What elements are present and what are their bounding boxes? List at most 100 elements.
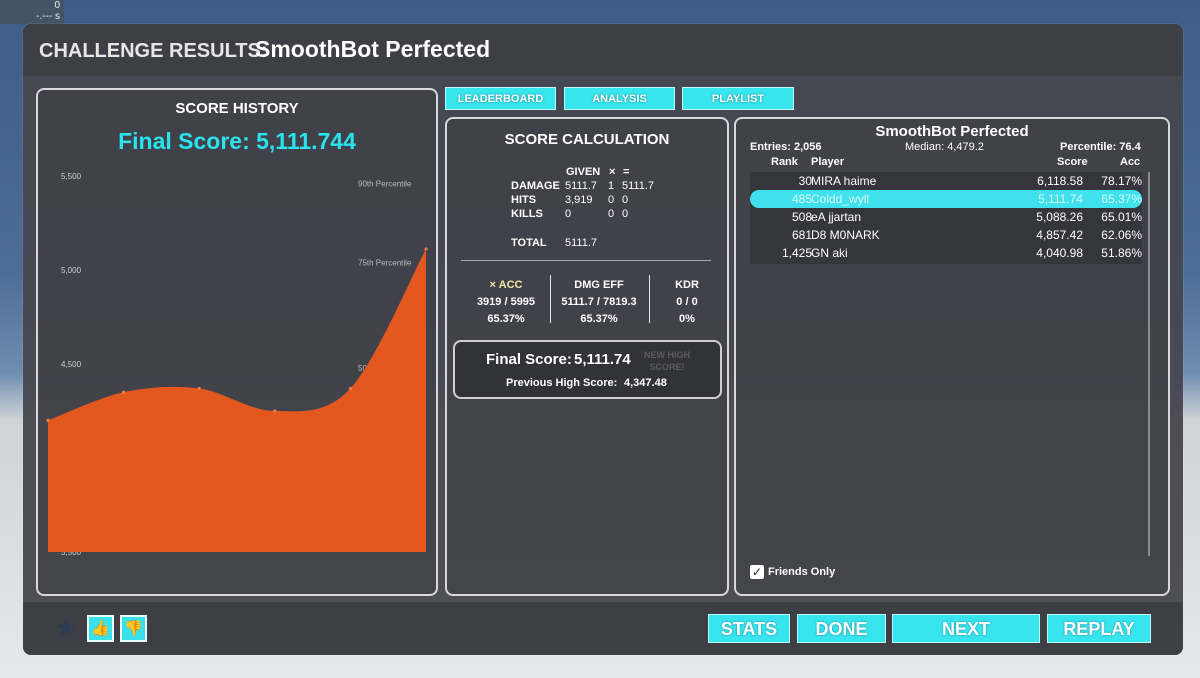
y-tick-label: 5,000 bbox=[61, 266, 82, 275]
leaderboard-median: Median: 4,479.2 bbox=[905, 141, 984, 153]
score-point bbox=[122, 390, 126, 394]
leaderboard-row[interactable]: 30 MIRA haime 6,118.58 78.17% bbox=[750, 172, 1142, 190]
calc-col-eq: = bbox=[623, 166, 630, 178]
col-acc: Acc bbox=[1120, 156, 1141, 168]
score-area bbox=[48, 248, 426, 552]
percentile-label: 90th Percentile bbox=[358, 180, 412, 189]
stat-damage-efficiency: DMG EFF 5111.7 / 7819.3 65.37% bbox=[554, 277, 644, 328]
row-score: 4,040.98 bbox=[1036, 246, 1083, 260]
calc-total-label: TOTAL bbox=[511, 237, 547, 249]
leaderboard-title: SmoothBot Perfected bbox=[875, 123, 1029, 140]
stat-dmg-eff-ratio: 5111.7 / 7819.3 bbox=[561, 296, 637, 308]
stat-dmg-eff-head: DMG EFF bbox=[574, 279, 624, 291]
leaderboard-row[interactable]: 681 D8 M0NARK 4,857.42 62.06% bbox=[750, 226, 1142, 244]
stat-kdr-ratio: 0 / 0 bbox=[676, 296, 698, 308]
leaderboard-row-current-player[interactable]: 485 Coldd_wyll 5,111.74 65.37% bbox=[750, 190, 1142, 208]
col-rank: Rank bbox=[771, 156, 798, 168]
calc-row-mult: 0 bbox=[608, 194, 615, 206]
row-score: 5,111.74 bbox=[1038, 192, 1083, 206]
calc-row-result: 0 bbox=[622, 194, 629, 206]
stat-accuracy-ratio: 3919 / 5995 bbox=[476, 296, 536, 308]
stat-accuracy: × ACC 3919 / 5995 65.37% bbox=[461, 277, 551, 328]
final-score-label: Final Score: bbox=[486, 351, 572, 368]
score-history-panel: SCORE HISTORY Final Score: 5,111.744 5,5… bbox=[36, 88, 438, 596]
col-player: Player bbox=[811, 156, 845, 168]
leaderboard-panel: SmoothBot Perfected Entries: 2,056 Media… bbox=[734, 117, 1170, 596]
leaderboard-row[interactable]: 508 eA jjartan 5,088.26 65.01% bbox=[750, 208, 1142, 226]
col-score: Score bbox=[1057, 156, 1088, 168]
next-button[interactable]: NEXT bbox=[892, 614, 1040, 643]
stats-button[interactable]: STATS bbox=[708, 614, 790, 643]
calc-row-label: HITS bbox=[511, 194, 537, 206]
calc-row-mult: 1 bbox=[608, 180, 615, 192]
stat-kdr: KDR 0 / 0 0% bbox=[642, 277, 732, 328]
leaderboard-scrollbar[interactable] bbox=[1148, 172, 1150, 556]
calc-divider bbox=[461, 260, 711, 261]
results-panel: CHALLENGE RESULTS: SmoothBot Perfected S… bbox=[23, 24, 1183, 655]
tab-analysis[interactable]: ANALYSIS bbox=[564, 87, 675, 110]
calc-table: GIVEN × = DAMAGE 5111.7 1 5111.7 HITS 3,… bbox=[447, 119, 727, 259]
row-player: Coldd_wyll bbox=[811, 192, 870, 206]
hud-corner: 0 -.--- s bbox=[0, 0, 64, 24]
friends-only-label: Friends Only bbox=[768, 566, 836, 578]
percentile-label: 75th Percentile bbox=[358, 258, 412, 267]
y-tick-label: 4,500 bbox=[61, 360, 82, 369]
leaderboard-percentile: Percentile: 76.4 bbox=[1060, 141, 1141, 153]
row-acc: 78.17% bbox=[1101, 174, 1142, 188]
calc-row-label: KILLS bbox=[511, 208, 543, 220]
new-high-score-badge: NEW HIGH SCORE! bbox=[644, 350, 690, 372]
score-history-chart: 5,5005,0004,5004,0003,50090th Percentile… bbox=[46, 172, 428, 557]
previous-high-label: Previous High Score: bbox=[506, 377, 618, 389]
score-point bbox=[46, 418, 50, 422]
hud-top-value: 0 bbox=[54, 0, 60, 11]
score-point bbox=[197, 386, 201, 391]
row-acc: 51.86% bbox=[1101, 246, 1142, 260]
done-button[interactable]: DONE bbox=[797, 614, 886, 643]
row-player: GN aki bbox=[811, 246, 848, 260]
row-rank: 30 bbox=[798, 174, 812, 188]
row-score: 4,857.42 bbox=[1036, 228, 1083, 242]
row-rank: 1,425 bbox=[781, 246, 812, 260]
leaderboard-list[interactable]: 30 MIRA haime 6,118.58 78.17% 485 Coldd_… bbox=[750, 172, 1142, 264]
calc-row-given: 0 bbox=[565, 208, 572, 220]
score-point bbox=[348, 386, 352, 391]
calc-col-times: × bbox=[609, 166, 616, 178]
thumbs-up-icon[interactable]: 👍 bbox=[87, 615, 114, 642]
results-footer: ★ 👍 👎 STATS DONE NEXT REPLAY bbox=[23, 602, 1183, 655]
row-acc: 62.06% bbox=[1101, 228, 1142, 242]
score-calculation-panel: SCORE CALCULATION GIVEN × = DAMAGE 5111.… bbox=[445, 117, 729, 596]
stat-accuracy-pct: 65.37% bbox=[487, 313, 525, 325]
leaderboard-entries: Entries: 2,056 bbox=[750, 141, 822, 153]
calc-row-mult: 0 bbox=[608, 208, 615, 220]
results-header: CHALLENGE RESULTS: SmoothBot Perfected bbox=[23, 24, 1183, 76]
row-player: eA jjartan bbox=[811, 210, 862, 224]
calc-row-given: 3,919 bbox=[565, 194, 593, 206]
stat-accuracy-head: × ACC bbox=[489, 279, 523, 291]
tab-playlist[interactable]: PLAYLIST bbox=[682, 87, 794, 110]
tab-leaderboard[interactable]: LEADERBOARD bbox=[445, 87, 556, 110]
thumbs-down-icon[interactable]: 👎 bbox=[120, 615, 147, 642]
final-score-box: Final Score: 5,111.74 NEW HIGH SCORE! Pr… bbox=[453, 340, 722, 399]
calc-row-result: 5111.7 bbox=[622, 180, 655, 192]
row-player: D8 M0NARK bbox=[811, 228, 880, 242]
replay-button[interactable]: REPLAY bbox=[1047, 614, 1151, 643]
row-rank: 681 bbox=[791, 228, 812, 242]
row-score: 5,088.26 bbox=[1036, 210, 1083, 224]
score-point bbox=[273, 409, 277, 413]
row-score: 6,118.58 bbox=[1037, 174, 1083, 188]
score-point bbox=[424, 247, 428, 251]
hud-timer: -.--- s bbox=[36, 11, 60, 22]
row-acc: 65.01% bbox=[1101, 210, 1142, 224]
checkmark-icon[interactable]: ✓ bbox=[750, 565, 764, 579]
leaderboard-row[interactable]: 1,425 GN aki 4,040.98 51.86% bbox=[750, 244, 1142, 262]
stat-dmg-eff-pct: 65.37% bbox=[580, 313, 618, 325]
final-score-value: 5,111.74 bbox=[574, 351, 631, 368]
row-acc: 65.37% bbox=[1101, 192, 1142, 206]
header-label: CHALLENGE RESULTS: bbox=[39, 40, 268, 62]
calc-col-given: GIVEN bbox=[566, 166, 601, 178]
calc-row-given: 5111.7 bbox=[565, 180, 598, 192]
calc-row-label: DAMAGE bbox=[511, 180, 560, 192]
star-favorite-icon[interactable]: ★ bbox=[55, 616, 77, 641]
stat-separator bbox=[550, 275, 551, 323]
row-rank: 485 bbox=[791, 192, 812, 206]
